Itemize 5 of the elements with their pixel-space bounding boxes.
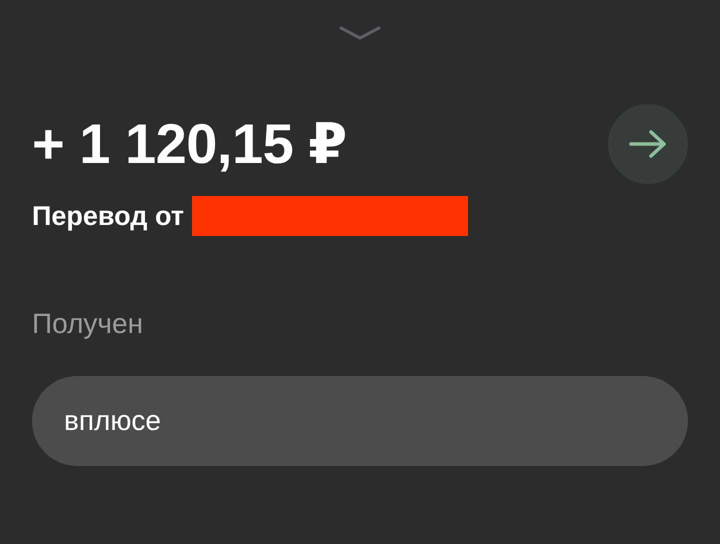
transfer-label: Перевод от: [32, 200, 184, 232]
status-text: Получен: [32, 308, 144, 340]
message-bubble: вплюсе: [32, 376, 688, 466]
arrow-right-icon: [629, 130, 667, 158]
amount: + 1 120,15 ₽: [32, 112, 347, 176]
